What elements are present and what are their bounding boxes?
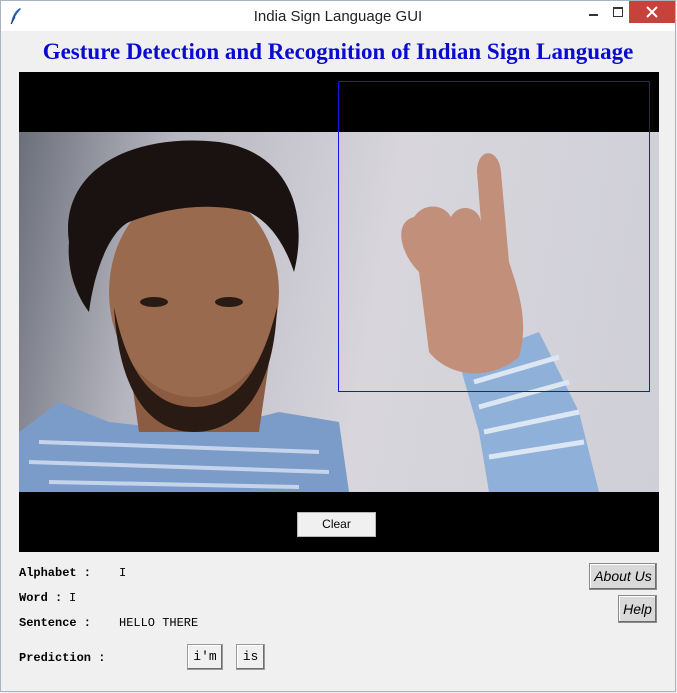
- clear-button[interactable]: Clear: [297, 512, 376, 537]
- sentence-label: Sentence :: [19, 616, 92, 630]
- maximize-button[interactable]: [607, 1, 629, 23]
- word-label: Word :: [19, 591, 63, 605]
- close-icon: [646, 6, 658, 18]
- alphabet-value: I: [119, 566, 127, 580]
- page-title: Gesture Detection and Recognition of Ind…: [42, 39, 634, 64]
- prediction-button[interactable]: is: [236, 644, 265, 670]
- gesture-roi-box: [338, 81, 650, 392]
- title-bar[interactable]: India Sign Language GUI: [1, 1, 675, 31]
- app-window: India Sign Language GUI Gesture Detectio…: [0, 0, 676, 692]
- close-button[interactable]: [629, 1, 675, 23]
- prediction-button[interactable]: i'm: [187, 644, 223, 670]
- sentence-value: HELLO THERE: [119, 616, 199, 630]
- about-us-button[interactable]: About Us: [589, 563, 657, 590]
- camera-feed: Clear: [19, 72, 659, 552]
- window-title: India Sign Language GUI: [253, 8, 423, 25]
- minimize-button[interactable]: [581, 1, 607, 23]
- prediction-label: Prediction :: [19, 651, 106, 665]
- word-value: I: [69, 591, 77, 605]
- alphabet-label: Alphabet :: [19, 566, 92, 580]
- help-button[interactable]: Help: [618, 595, 657, 623]
